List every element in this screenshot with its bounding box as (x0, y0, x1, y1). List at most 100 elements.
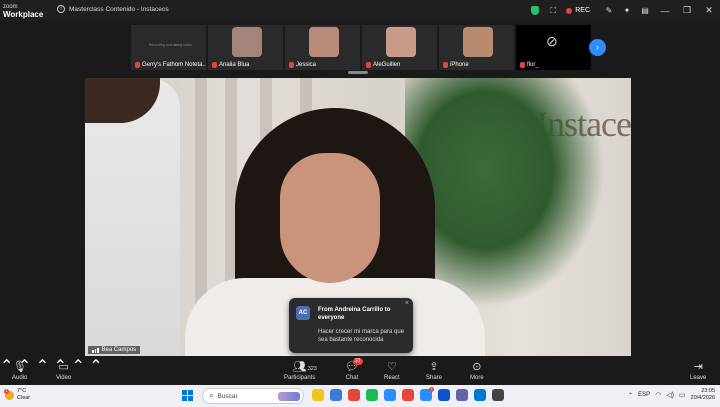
tray-overflow-chevron-icon[interactable]: ⌃ (628, 392, 633, 399)
rec-dot-icon (566, 7, 573, 14)
participant-video (309, 27, 339, 57)
chat-button[interactable]: 💬︎ 21 Chat (345, 358, 363, 381)
taskbar-app-icon[interactable] (330, 389, 342, 401)
participant-thumbnail[interactable]: Analia Blua (208, 25, 283, 70)
palm-plant (405, 78, 605, 308)
participant-name-tag: AleGuillen (366, 62, 400, 68)
participant-thumbnail[interactable]: iPhone (439, 25, 514, 70)
battery-icon[interactable]: ▭ (679, 391, 686, 399)
windows-start-icon[interactable] (182, 390, 193, 401)
weather-widget[interactable]: 1 7°C Clear (4, 388, 31, 402)
participants-button[interactable]: 👥︎ 323 Participants (284, 360, 317, 381)
leave-button[interactable]: ⇥ Leave (690, 360, 706, 381)
info-icon[interactable]: i (57, 5, 65, 13)
close-toast-icon[interactable]: × (405, 300, 409, 307)
view-icon[interactable]: ▤ (636, 0, 654, 21)
meeting-title[interactable]: i Masterclass Contenido - Instaceos (57, 5, 169, 13)
share-options-chevron-icon[interactable]: ⌃ (89, 358, 102, 375)
taskbar-app-icon[interactable] (366, 389, 378, 401)
mic-muted-icon: 🎙︎ (12, 361, 27, 373)
pen-icon[interactable]: ✎ (600, 0, 618, 21)
system-tray: ⌃ ESP ◠ ◁) ▭ 23:05 20/4/2026 (628, 388, 715, 402)
fullscreen-icon[interactable]: ⛶ (544, 0, 562, 21)
taskbar-search-box[interactable]: ⌕ Buscar (202, 388, 304, 404)
mic-muted-icon (289, 62, 294, 68)
react-options-chevron-icon[interactable]: ⌃ (71, 358, 84, 375)
mic-muted-icon (520, 62, 525, 68)
speaker-name-tag: Bea Campos (88, 346, 141, 354)
next-page-arrow-icon[interactable]: › (589, 39, 606, 56)
audio-label: Audio (12, 375, 28, 381)
react-button[interactable]: ♡ React (384, 360, 400, 381)
participant-thumbnail[interactable]: Recording and taking notes Gerry's Fathom… (131, 25, 206, 70)
share-screen-icon: ⇪ (429, 361, 439, 373)
participant-name-tag: Gerry's Fathom Noteta... (135, 62, 206, 68)
taskbar-app-icon[interactable]: 1 (420, 387, 434, 401)
security-shield-icon[interactable] (526, 0, 544, 21)
minimize-button[interactable]: — (654, 0, 676, 21)
mic-muted-icon (443, 62, 448, 68)
taskbar-app-icon[interactable] (492, 389, 504, 401)
mic-muted-icon (212, 62, 217, 68)
participant-name-tag: Jessica (289, 62, 316, 68)
app-notification-badge: 1 (429, 387, 434, 392)
taskbar-app-icon[interactable] (384, 389, 396, 401)
participant-name-tag: flor_ (520, 62, 539, 68)
video-label: Video (56, 375, 72, 381)
leave-icon: ⇥ (693, 361, 703, 373)
sparkle-icon[interactable]: ✦ (618, 0, 636, 21)
recording-indicator[interactable]: REC (566, 7, 590, 14)
chat-notification[interactable]: AC From Andreina Carrillo to everyone Ha… (289, 298, 413, 353)
participant-video (386, 27, 416, 57)
rec-label: REC (575, 7, 590, 14)
participant-name-tag: iPhone (443, 62, 469, 68)
restore-button[interactable]: ❐ (676, 0, 698, 21)
participant-name: iPhone (450, 62, 469, 68)
title-bar: zoom Workplace i Masterclass Contenido -… (0, 0, 720, 21)
audio-button[interactable]: 🎙︎ Audio (12, 360, 27, 381)
logo-bottom: Workplace (3, 10, 44, 19)
participants-options-chevron-icon[interactable]: ⌃ (36, 358, 49, 375)
close-button[interactable]: ✕ (698, 0, 720, 21)
wifi-icon[interactable]: ◠ (655, 391, 661, 399)
participant-thumbnail-strip: Recording and taking notes Gerry's Fathom… (131, 25, 591, 70)
participant-thumbnail[interactable]: Jessica (285, 25, 360, 70)
zoom-logo: zoom Workplace (3, 3, 43, 19)
mic-muted-icon (135, 62, 140, 68)
titlebar-controls: ⛶ REC ✎ ✦ ▤ — ❐ ✕ (526, 0, 720, 21)
chat-sender: From Andreina Carrillo to everyone (318, 307, 391, 321)
more-button[interactable]: ⊙ More (470, 360, 484, 381)
participant-thumbnail[interactable]: AleGuillen (362, 25, 437, 70)
react-label: React (384, 375, 400, 381)
heart-icon: ♡ (386, 361, 397, 373)
weather-sun-icon: 1 (4, 388, 14, 400)
taskbar-app-icon[interactable] (474, 389, 486, 401)
participant-name-tag: Analia Blua (212, 62, 249, 68)
taskbar-app-icon[interactable] (312, 389, 324, 401)
clock[interactable]: 23:05 20/4/2026 (691, 388, 715, 402)
video-off-icon: ▭ (58, 361, 69, 373)
strip-resize-handle[interactable] (348, 71, 368, 74)
taskbar-app-icon[interactable] (348, 389, 360, 401)
mic-muted-icon (366, 62, 371, 68)
taskbar-app-icon[interactable] (402, 389, 414, 401)
volume-icon[interactable]: ◁) (666, 391, 674, 399)
participant-thumbnail[interactable]: ⊘ flor_ (516, 25, 591, 70)
chat-message: Hacer crecer mi marca para que sea basta… (318, 329, 405, 343)
speaker-face (280, 153, 380, 283)
taskbar-app-icon[interactable] (456, 389, 468, 401)
search-icon: ⌕ (209, 391, 214, 400)
time: 23:05 (701, 388, 715, 394)
participant-name: Gerry's Fathom Noteta... (142, 62, 206, 68)
input-language[interactable]: ESP (638, 392, 650, 398)
taskbar-app-icon[interactable] (438, 389, 450, 401)
meeting-toolbar: 🎙︎ Audio ⌃ ▭ Video ⌃ 👥︎ 323 Participants … (0, 356, 720, 385)
video-button[interactable]: ▭ Video (56, 360, 71, 381)
camera-off-icon: ⊘ (546, 33, 558, 49)
participant-name: flor_ (527, 62, 539, 68)
participant-name: AleGuillen (373, 62, 401, 68)
share-label: Share (426, 375, 443, 381)
share-button[interactable]: ⇪ Share (426, 360, 442, 381)
weather-condition: Clear (17, 395, 31, 401)
chat-icon: 💬︎ 21 (345, 358, 363, 373)
